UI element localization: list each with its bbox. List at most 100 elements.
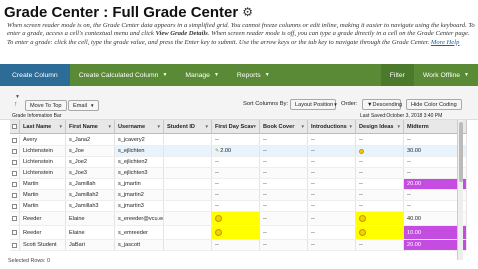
cell-design-ideas[interactable]: -- [356, 135, 404, 145]
cell-first-day-scav[interactable]: -- [212, 190, 260, 200]
cell-student-id[interactable] [164, 179, 212, 189]
row-checkbox[interactable] [10, 226, 20, 239]
cell-design-ideas[interactable]: -- [356, 179, 404, 189]
cell-first-name[interactable]: Elaine [66, 226, 115, 239]
cell-first-name[interactable]: s_Joe2 [66, 157, 115, 167]
cell-book-cover[interactable]: -- [260, 190, 308, 200]
cell-student-id[interactable] [164, 240, 212, 250]
row-checkbox[interactable] [10, 179, 20, 189]
cell-first-day-scav[interactable]: -- [212, 135, 260, 145]
reports-menu[interactable]: Reports ▼ [228, 64, 279, 86]
cell-introductions[interactable]: -- [308, 135, 356, 145]
cell-student-id[interactable] [164, 190, 212, 200]
filter-button[interactable]: Filter [380, 64, 414, 86]
cell-introductions[interactable]: -- [308, 240, 356, 250]
row-checkbox[interactable] [10, 190, 20, 200]
cell-username[interactable]: s_ejlichten3 [115, 168, 164, 178]
column-header-design-ideas[interactable]: Design Ideas ▼ [356, 120, 404, 133]
cell-first-day-scav[interactable]: -- [212, 179, 260, 189]
cell-introductions[interactable]: -- [308, 157, 356, 167]
cell-introductions[interactable]: -- [308, 212, 356, 225]
cell-first-day-scav[interactable] [212, 226, 260, 239]
cell-design-ideas[interactable] [356, 226, 404, 239]
cell-introductions[interactable]: -- [308, 146, 356, 156]
column-header-introductions[interactable]: Introductions ▼ [308, 120, 356, 133]
row-checkbox[interactable] [10, 135, 20, 145]
cell-first-day-scav[interactable]: -- [212, 240, 260, 250]
row-checkbox[interactable] [10, 240, 20, 250]
cell-introductions[interactable]: -- [308, 190, 356, 200]
cell-username[interactable]: s_ereeder@vcu.edu [115, 212, 164, 225]
cell-first-day-scav[interactable] [212, 212, 260, 225]
cell-book-cover[interactable]: -- [260, 157, 308, 167]
cell-username[interactable]: s_jmartin3 [115, 201, 164, 211]
cell-first-name[interactable]: s_Jamillah [66, 179, 115, 189]
cell-first-day-scav[interactable]: -- [212, 168, 260, 178]
select-all-checkbox[interactable] [10, 120, 20, 133]
cell-design-ideas[interactable] [356, 146, 404, 156]
cell-student-id[interactable] [164, 157, 212, 167]
hide-color-coding-button[interactable]: Hide Color Coding [406, 99, 462, 110]
grade-information-bar[interactable]: Grade Information Bar [12, 113, 61, 119]
cell-last-name[interactable]: Martin [20, 190, 66, 200]
cell-design-ideas[interactable]: -- [356, 168, 404, 178]
column-header-first-day-scav[interactable]: First Day Scav ▼ [212, 120, 260, 133]
cell-last-name[interactable]: Avery [20, 135, 66, 145]
cell-book-cover[interactable]: -- [260, 226, 308, 239]
cell-introductions[interactable]: -- [308, 201, 356, 211]
cell-book-cover[interactable]: -- [260, 168, 308, 178]
cell-design-ideas[interactable]: -- [356, 157, 404, 167]
cell-first-day-scav[interactable]: -- [212, 201, 260, 211]
cell-last-name[interactable]: Reeder [20, 212, 66, 225]
cell-first-name[interactable]: s_Jamillah3 [66, 201, 115, 211]
cell-introductions[interactable]: -- [308, 226, 356, 239]
cell-student-id[interactable] [164, 226, 212, 239]
row-checkbox[interactable] [10, 212, 20, 225]
cell-book-cover[interactable]: -- [260, 240, 308, 250]
cell-first-name[interactable]: JaBari [66, 240, 115, 250]
settings-gear-icon[interactable]: ⚙ [242, 5, 253, 19]
cell-first-name[interactable]: s_Joe [66, 146, 115, 156]
cell-last-name[interactable]: Lichtenstein [20, 168, 66, 178]
cell-student-id[interactable] [164, 135, 212, 145]
grid-scrollbar[interactable] [457, 120, 463, 260]
row-checkbox[interactable] [10, 146, 20, 156]
sort-columns-select[interactable]: Layout Position ▼ [290, 99, 338, 110]
cell-first-name[interactable]: s_Joe3 [66, 168, 115, 178]
cell-student-id[interactable] [164, 201, 212, 211]
cell-username[interactable]: s_emreeder [115, 226, 164, 239]
cell-first-name[interactable]: s_Jamillah2 [66, 190, 115, 200]
column-header-username[interactable]: Username ▼ [115, 120, 164, 133]
cell-username[interactable]: s_jmartin2 [115, 190, 164, 200]
cell-student-id[interactable] [164, 146, 212, 156]
cell-first-name[interactable]: Elaine [66, 212, 115, 225]
cell-student-id[interactable] [164, 168, 212, 178]
create-calculated-column-button[interactable]: Create Calculated Column ▼ [70, 64, 177, 86]
cell-design-ideas[interactable]: -- [356, 201, 404, 211]
cell-last-name[interactable]: Scott Student [20, 240, 66, 250]
cell-student-id[interactable] [164, 212, 212, 225]
cell-username[interactable]: s_jmartin [115, 179, 164, 189]
collapse-caret-icon[interactable]: ▼ [15, 94, 20, 100]
manage-menu[interactable]: Manage ▼ [176, 64, 228, 86]
cell-last-name[interactable]: Martin [20, 201, 66, 211]
cell-username[interactable]: s_jascott [115, 240, 164, 250]
column-header-last-name[interactable]: Last Name ▼ [20, 120, 66, 133]
cell-last-name[interactable]: Lichtenstein [20, 146, 66, 156]
work-offline-menu[interactable]: Work Offline ▼ [414, 64, 478, 86]
cell-username[interactable]: s_ejlichten [115, 146, 164, 156]
column-header-first-name[interactable]: First Name ▼ [66, 120, 115, 133]
more-help-link[interactable]: More Help [431, 39, 460, 46]
move-to-top-button[interactable]: Move To Top [25, 100, 67, 111]
row-checkbox[interactable] [10, 157, 20, 167]
scroll-thumb[interactable] [459, 122, 463, 182]
cell-first-day-scav[interactable]: ✎ 2.00 [212, 146, 260, 156]
row-checkbox[interactable] [10, 168, 20, 178]
cell-book-cover[interactable]: -- [260, 201, 308, 211]
cell-book-cover[interactable]: -- [260, 135, 308, 145]
cell-design-ideas[interactable] [356, 212, 404, 225]
order-select[interactable]: ▼Descending [362, 99, 402, 110]
cell-username[interactable]: s_ejlichten2 [115, 157, 164, 167]
cell-introductions[interactable]: -- [308, 168, 356, 178]
cell-username[interactable]: s_jcavery2 [115, 135, 164, 145]
